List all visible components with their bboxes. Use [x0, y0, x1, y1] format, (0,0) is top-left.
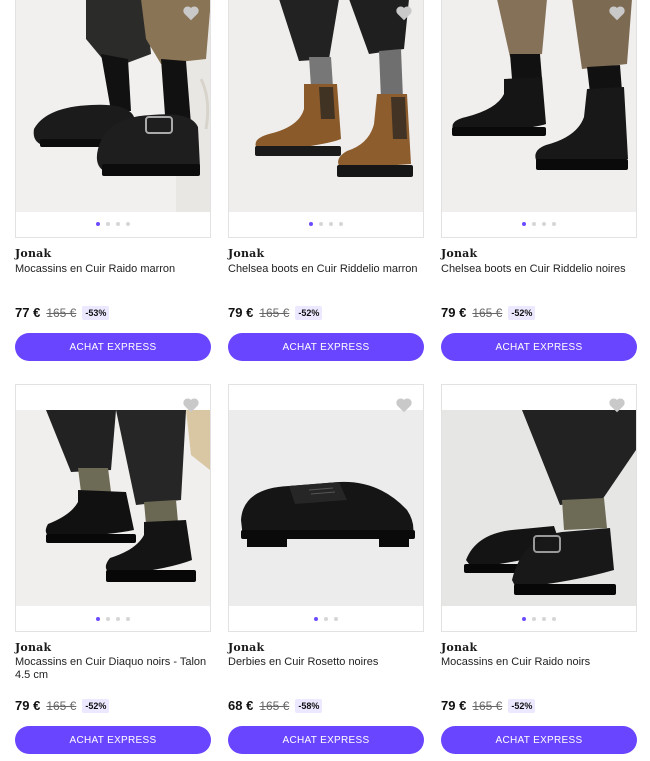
product-image-frame[interactable]: [15, 0, 211, 238]
original-price: 165 €: [472, 305, 503, 320]
original-price: 165 €: [46, 305, 77, 320]
heart-icon[interactable]: [395, 5, 413, 21]
current-price: 77 €: [15, 305, 41, 320]
express-buy-button[interactable]: ACHAT EXPRESS: [228, 333, 424, 361]
product-image-frame[interactable]: [228, 384, 424, 632]
product-brand: Jonak: [228, 247, 265, 260]
express-buy-button[interactable]: ACHAT EXPRESS: [441, 726, 637, 754]
original-price: 165 €: [472, 698, 503, 713]
product-photo[interactable]: [229, 0, 423, 212]
carousel-dot[interactable]: [532, 617, 536, 621]
product-brand: Jonak: [441, 641, 478, 654]
current-price: 79 €: [441, 698, 467, 713]
discount-badge: -52%: [295, 305, 323, 320]
product-name[interactable]: Chelsea boots en Cuir Riddelio noires: [441, 263, 637, 276]
carousel-dot[interactable]: [116, 617, 120, 621]
product-photo[interactable]: [442, 410, 636, 606]
product-name[interactable]: Mocassins en Cuir Diaquo noirs - Talon 4…: [15, 656, 211, 682]
price-row: 79 € 165 € -52%: [441, 698, 536, 713]
heart-icon[interactable]: [182, 397, 200, 413]
current-price: 68 €: [228, 698, 254, 713]
carousel-dot[interactable]: [522, 222, 526, 226]
carousel-dot[interactable]: [106, 222, 110, 226]
product-brand: Jonak: [15, 641, 52, 654]
product-brand: Jonak: [441, 247, 478, 260]
discount-badge: -53%: [82, 305, 110, 320]
discount-badge: -52%: [508, 305, 536, 320]
carousel-dot[interactable]: [329, 222, 333, 226]
current-price: 79 €: [441, 305, 467, 320]
carousel-dot[interactable]: [314, 617, 318, 621]
product-image-frame[interactable]: [441, 0, 637, 238]
discount-badge: -52%: [508, 698, 536, 713]
product-brand: Jonak: [228, 641, 265, 654]
carousel-dot[interactable]: [334, 617, 338, 621]
carousel-dot[interactable]: [319, 222, 323, 226]
price-row: 68 € 165 € -58%: [228, 698, 323, 713]
heart-icon[interactable]: [608, 397, 626, 413]
product-photo[interactable]: [229, 410, 423, 606]
carousel-dots[interactable]: [16, 222, 210, 226]
current-price: 79 €: [15, 698, 41, 713]
product-image-frame[interactable]: [441, 384, 637, 632]
product-name[interactable]: Chelsea boots en Cuir Riddelio marron: [228, 263, 424, 276]
carousel-dot[interactable]: [552, 617, 556, 621]
current-price: 79 €: [228, 305, 254, 320]
heart-icon[interactable]: [395, 397, 413, 413]
heart-icon[interactable]: [608, 5, 626, 21]
express-buy-button[interactable]: ACHAT EXPRESS: [15, 333, 211, 361]
carousel-dot[interactable]: [542, 222, 546, 226]
carousel-dots[interactable]: [442, 222, 636, 226]
carousel-dot[interactable]: [116, 222, 120, 226]
carousel-dots[interactable]: [229, 617, 423, 621]
carousel-dot[interactable]: [96, 222, 100, 226]
price-row: 79 € 165 € -52%: [441, 305, 536, 320]
express-buy-button[interactable]: ACHAT EXPRESS: [441, 333, 637, 361]
original-price: 165 €: [46, 698, 77, 713]
product-name[interactable]: Derbies en Cuir Rosetto noires: [228, 656, 424, 669]
price-row: 77 € 165 € -53%: [15, 305, 110, 320]
original-price: 165 €: [259, 698, 290, 713]
express-buy-button[interactable]: ACHAT EXPRESS: [228, 726, 424, 754]
carousel-dot[interactable]: [522, 617, 526, 621]
discount-badge: -58%: [295, 698, 323, 713]
original-price: 165 €: [259, 305, 290, 320]
carousel-dot[interactable]: [542, 617, 546, 621]
carousel-dots[interactable]: [229, 222, 423, 226]
product-photo[interactable]: [16, 410, 210, 606]
carousel-dot[interactable]: [96, 617, 100, 621]
price-row: 79 € 165 € -52%: [228, 305, 323, 320]
carousel-dot[interactable]: [532, 222, 536, 226]
carousel-dot[interactable]: [324, 617, 328, 621]
carousel-dot[interactable]: [126, 617, 130, 621]
product-photo[interactable]: [16, 0, 210, 212]
express-buy-button[interactable]: ACHAT EXPRESS: [15, 726, 211, 754]
carousel-dot[interactable]: [552, 222, 556, 226]
product-brand: Jonak: [15, 247, 52, 260]
carousel-dots[interactable]: [442, 617, 636, 621]
heart-icon[interactable]: [182, 5, 200, 21]
carousel-dot[interactable]: [126, 222, 130, 226]
carousel-dot[interactable]: [339, 222, 343, 226]
product-name[interactable]: Mocassins en Cuir Raido marron: [15, 263, 211, 276]
product-image-frame[interactable]: [228, 0, 424, 238]
carousel-dot[interactable]: [309, 222, 313, 226]
price-row: 79 € 165 € -52%: [15, 698, 110, 713]
product-image-frame[interactable]: [15, 384, 211, 632]
carousel-dot[interactable]: [106, 617, 110, 621]
carousel-dots[interactable]: [16, 617, 210, 621]
product-photo[interactable]: [442, 0, 636, 212]
discount-badge: -52%: [82, 698, 110, 713]
product-name[interactable]: Mocassins en Cuir Raido noirs: [441, 656, 637, 669]
